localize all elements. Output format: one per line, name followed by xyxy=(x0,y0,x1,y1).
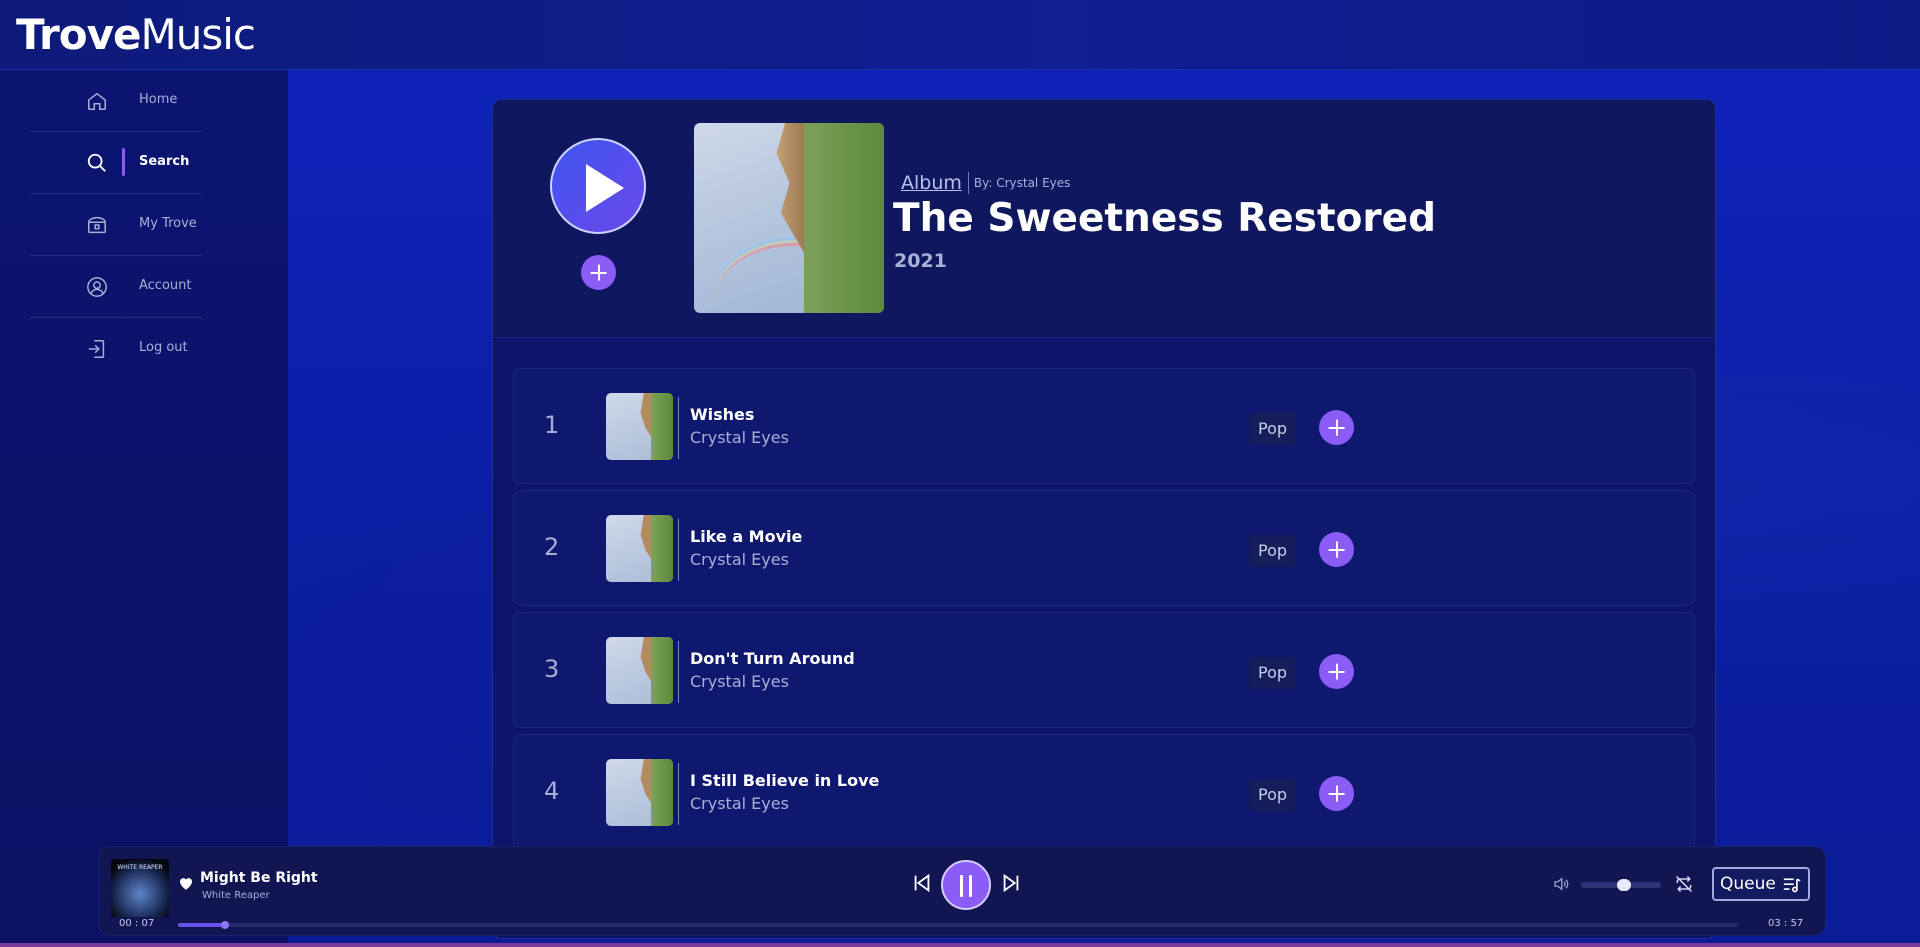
sidebar-item-search[interactable]: Search xyxy=(30,132,202,194)
track-thumbnail xyxy=(606,637,673,704)
add-track-button[interactable] xyxy=(1319,410,1354,445)
sidebar-item-label: Account xyxy=(139,278,192,293)
track-divider xyxy=(678,641,679,703)
genre-badge: Pop xyxy=(1249,779,1297,811)
art-text: WHITE REAPER xyxy=(117,864,163,871)
app-logo[interactable]: TroveMusic xyxy=(16,10,256,59)
play-album-button[interactable] xyxy=(550,138,646,234)
add-track-button[interactable] xyxy=(1319,532,1354,567)
sidebar-item-label: Log out xyxy=(139,340,188,355)
sidebar-item-label: Home xyxy=(139,92,178,107)
track-thumbnail xyxy=(606,759,673,826)
meta-divider xyxy=(967,172,969,194)
track-number: 1 xyxy=(544,411,560,439)
track-divider xyxy=(678,519,679,581)
plus-icon xyxy=(1319,654,1354,689)
track-row[interactable]: 3 Don't Turn Around Crystal Eyes Pop xyxy=(513,612,1695,728)
track-number: 3 xyxy=(544,655,560,683)
volume-icon[interactable] xyxy=(1552,875,1570,893)
genre-badge: Pop xyxy=(1249,413,1297,445)
sidebar-item-logout[interactable]: Log out xyxy=(30,318,202,380)
treasure-chest-icon xyxy=(86,214,108,236)
track-artist[interactable]: Crystal Eyes xyxy=(690,672,789,691)
album-year: 2021 xyxy=(894,250,947,272)
album-cover xyxy=(694,123,884,313)
track-row[interactable]: 1 Wishes Crystal Eyes Pop xyxy=(513,368,1695,484)
active-indicator xyxy=(122,148,125,176)
plus-icon xyxy=(581,255,616,290)
logo-bold-text: Trove xyxy=(16,10,141,59)
sidebar-item-account[interactable]: Account xyxy=(30,256,202,318)
plus-icon xyxy=(1319,776,1354,811)
home-icon xyxy=(86,90,108,112)
track-artist[interactable]: Crystal Eyes xyxy=(690,550,789,569)
sidebar-item-my-trove[interactable]: My Trove xyxy=(30,194,202,256)
track-thumbnail xyxy=(606,393,673,460)
track-title[interactable]: Like a Movie xyxy=(690,527,802,546)
pause-icon xyxy=(960,875,963,897)
next-icon[interactable] xyxy=(1000,872,1022,894)
track-number: 2 xyxy=(544,533,560,561)
album-header: Album By: Crystal Eyes The Sweetness Res… xyxy=(493,100,1715,338)
add-track-button[interactable] xyxy=(1319,776,1354,811)
track-artist[interactable]: Crystal Eyes xyxy=(690,428,789,447)
sidebar: Home Search My Trove Account Log out xyxy=(0,70,288,947)
track-row[interactable]: 4 I Still Believe in Love Crystal Eyes P… xyxy=(513,734,1695,850)
sidebar-item-home[interactable]: Home xyxy=(30,70,202,132)
genre-badge: Pop xyxy=(1249,535,1297,567)
track-number: 4 xyxy=(544,777,560,805)
sidebar-item-label: My Trove xyxy=(139,216,197,231)
progress-fill xyxy=(178,923,225,927)
heart-icon[interactable] xyxy=(177,874,195,892)
track-row[interactable]: 2 Like a Movie Crystal Eyes Pop xyxy=(513,490,1695,606)
track-title[interactable]: Don't Turn Around xyxy=(690,649,855,668)
play-icon xyxy=(586,164,624,212)
album-artist[interactable]: By: Crystal Eyes xyxy=(974,176,1071,190)
album-type-link[interactable]: Album xyxy=(901,172,962,194)
album-card: Album By: Crystal Eyes The Sweetness Res… xyxy=(492,99,1716,939)
plus-icon xyxy=(1319,532,1354,567)
logo-regular-text: Music xyxy=(140,10,255,59)
duration-time: 03 : 57 xyxy=(1768,918,1804,929)
progress-handle[interactable] xyxy=(220,921,229,929)
album-title: The Sweetness Restored xyxy=(893,196,1437,241)
now-playing-bar: WHITE REAPER Might Be Right White Reaper… xyxy=(98,846,1826,936)
track-divider xyxy=(678,397,679,459)
now-playing-title[interactable]: Might Be Right xyxy=(200,870,318,886)
logout-icon xyxy=(86,338,108,360)
top-bar: TroveMusic xyxy=(0,0,1920,70)
queue-label: Queue xyxy=(1720,874,1776,894)
elapsed-time: 00 : 07 xyxy=(119,918,155,929)
track-thumbnail xyxy=(606,515,673,582)
volume-knob[interactable] xyxy=(1617,879,1631,891)
add-track-button[interactable] xyxy=(1319,654,1354,689)
progress-bar[interactable] xyxy=(178,921,1738,929)
pause-button[interactable] xyxy=(941,860,991,910)
track-title[interactable]: I Still Believe in Love xyxy=(690,771,879,790)
bottom-edge xyxy=(0,943,1920,947)
user-circle-icon xyxy=(86,276,108,298)
track-title[interactable]: Wishes xyxy=(690,405,754,424)
genre-badge: Pop xyxy=(1249,657,1297,689)
album-meta: Album By: Crystal Eyes xyxy=(898,172,1070,194)
repeat-off-icon[interactable] xyxy=(1674,874,1694,894)
queue-button[interactable]: Queue xyxy=(1712,867,1810,901)
add-album-button[interactable] xyxy=(581,255,616,290)
search-icon xyxy=(86,152,108,174)
now-playing-art: WHITE REAPER xyxy=(111,859,169,917)
now-playing-artist[interactable]: White Reaper xyxy=(202,890,270,901)
queue-icon xyxy=(1783,878,1801,893)
plus-icon xyxy=(1319,410,1354,445)
track-artist[interactable]: Crystal Eyes xyxy=(690,794,789,813)
volume-slider[interactable] xyxy=(1581,879,1661,891)
track-divider xyxy=(678,763,679,825)
previous-icon[interactable] xyxy=(911,872,933,894)
sidebar-item-label: Search xyxy=(139,154,190,169)
